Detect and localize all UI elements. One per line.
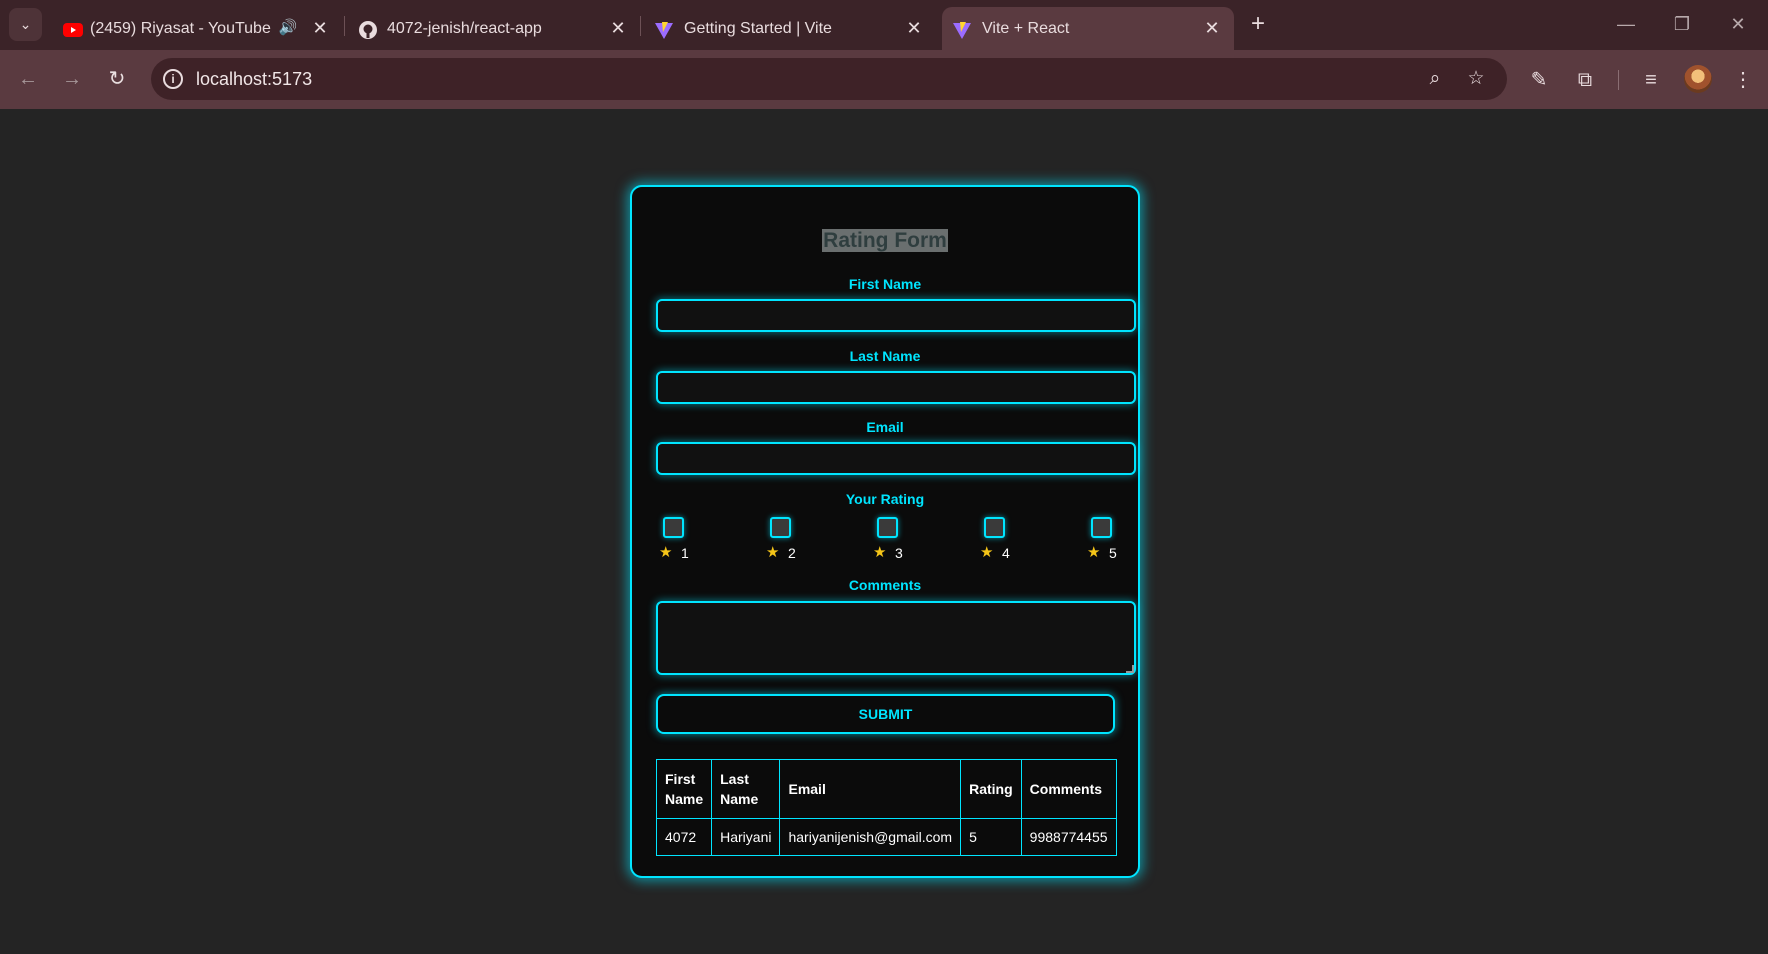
arrow-left-icon: ← bbox=[18, 68, 38, 90]
header-email: Email bbox=[779, 759, 962, 819]
cell-first-name: 4072 bbox=[655, 818, 713, 856]
table-header-row: First Name Last Name Email Rating Commen… bbox=[655, 759, 1117, 819]
back-button[interactable]: ← bbox=[16, 67, 40, 91]
tab-divider bbox=[640, 16, 641, 36]
github-icon bbox=[359, 21, 377, 39]
profile-avatar[interactable] bbox=[1684, 65, 1712, 93]
table-row: 4072 Hariyani hariyanijenish@gmail.com 5… bbox=[655, 818, 1117, 856]
youtube-icon bbox=[63, 23, 83, 37]
arrow-right-icon: → bbox=[62, 68, 82, 90]
rating-value: 4 bbox=[1002, 545, 1010, 561]
star-icon: ★ bbox=[873, 544, 887, 561]
eyedropper-icon[interactable]: ✎ bbox=[1526, 67, 1552, 93]
header-last-name: Last Name bbox=[711, 759, 781, 819]
header-first-name: First Name bbox=[655, 759, 713, 819]
bookmark-star-icon[interactable]: ☆ bbox=[1465, 68, 1487, 90]
header-rating: Rating bbox=[960, 759, 1022, 819]
rating-checkbox[interactable] bbox=[770, 517, 791, 538]
tab-search-button[interactable]: ⌄ bbox=[9, 8, 42, 41]
tab-title: 4072-jenish/react-app bbox=[387, 20, 542, 37]
tab-divider bbox=[344, 16, 345, 36]
rating-checkbox[interactable] bbox=[984, 517, 1005, 538]
extensions-icon[interactable]: ⧉ bbox=[1572, 67, 1598, 93]
site-info-icon[interactable]: i bbox=[163, 69, 183, 89]
cell-email: hariyanijenish@gmail.com bbox=[779, 818, 962, 856]
rating-checkbox[interactable] bbox=[1091, 517, 1112, 538]
first-name-input[interactable] bbox=[656, 299, 1136, 332]
reload-icon: ↻ bbox=[108, 68, 126, 90]
rating-value: 2 bbox=[788, 545, 796, 561]
rating-value: 5 bbox=[1109, 545, 1117, 561]
cell-comments: 9988774455 bbox=[1020, 818, 1117, 856]
header-comments: Comments bbox=[1020, 759, 1117, 819]
comments-textarea[interactable] bbox=[656, 601, 1136, 675]
comments-label: Comments bbox=[848, 577, 922, 593]
address-bar[interactable]: i localhost:5173 ⌕ ☆ bbox=[151, 58, 1507, 100]
submit-button[interactable]: SUBMIT bbox=[656, 694, 1115, 734]
close-icon[interactable]: ✕ bbox=[310, 18, 330, 38]
new-tab-button[interactable]: + bbox=[1245, 11, 1271, 37]
form-title: Rating Form bbox=[822, 229, 948, 252]
rating-value: 3 bbox=[895, 545, 903, 561]
tab-youtube[interactable]: (2459) Riyasat - YouTube 🔊 ✕ bbox=[46, 7, 342, 50]
browser-toolbar: ← → ↻ i localhost:5173 ⌕ ☆ ✎ ⧉ ≡ ⋮ bbox=[0, 50, 1768, 109]
toolbar-divider bbox=[1618, 70, 1619, 90]
tab-vite-docs[interactable]: Getting Started | Vite ✕ bbox=[642, 7, 938, 50]
rating-form-card: Rating Form First Name Last Name Email Y… bbox=[630, 185, 1140, 878]
reload-button[interactable]: ↻ bbox=[105, 67, 129, 91]
cell-last-name: Hariyani bbox=[711, 818, 781, 856]
cell-rating: 5 bbox=[960, 818, 1022, 856]
close-window-button[interactable]: ✕ bbox=[1726, 12, 1750, 36]
minimize-button[interactable]: — bbox=[1614, 12, 1638, 36]
vite-icon bbox=[953, 22, 971, 39]
tab-title: Getting Started | Vite bbox=[684, 20, 832, 37]
last-name-input[interactable] bbox=[656, 371, 1136, 404]
ratings-table: First Name Last Name Email Rating Commen… bbox=[655, 759, 1117, 856]
audio-icon[interactable]: 🔊 bbox=[278, 18, 298, 38]
close-icon: ✕ bbox=[1730, 14, 1746, 34]
first-name-label: First Name bbox=[848, 276, 922, 292]
resize-grip-icon[interactable] bbox=[1126, 665, 1134, 673]
url-text[interactable]: localhost:5173 bbox=[196, 69, 312, 90]
last-name-label: Last Name bbox=[849, 348, 921, 364]
vite-icon bbox=[655, 22, 673, 39]
media-control-icon[interactable]: ≡ bbox=[1638, 67, 1664, 93]
close-icon[interactable]: ✕ bbox=[608, 18, 628, 38]
star-icon: ★ bbox=[1087, 544, 1101, 561]
plus-icon: + bbox=[1250, 10, 1265, 37]
restore-icon: ❐ bbox=[1673, 14, 1691, 34]
minimize-icon: — bbox=[1617, 14, 1635, 34]
restore-button[interactable]: ❐ bbox=[1670, 12, 1694, 36]
close-icon[interactable]: ✕ bbox=[1202, 18, 1222, 38]
forward-button[interactable]: → bbox=[60, 67, 84, 91]
rating-label: Your Rating bbox=[845, 491, 925, 507]
menu-kebab-icon[interactable]: ⋮ bbox=[1730, 67, 1756, 93]
star-icon: ★ bbox=[980, 544, 994, 561]
tab-title: Vite + React bbox=[982, 20, 1070, 37]
email-input[interactable] bbox=[656, 442, 1136, 475]
email-label: Email bbox=[866, 419, 904, 435]
tab-vite-react[interactable]: Vite + React ✕ bbox=[942, 7, 1234, 50]
tab-github[interactable]: 4072-jenish/react-app ✕ bbox=[346, 7, 638, 50]
tab-title: (2459) Riyasat - YouTube bbox=[90, 20, 271, 37]
rating-value: 1 bbox=[681, 545, 689, 561]
star-icon: ★ bbox=[659, 544, 673, 561]
rating-checkbox[interactable] bbox=[877, 517, 898, 538]
star-icon: ★ bbox=[766, 544, 780, 561]
zoom-icon[interactable]: ⌕ bbox=[1424, 68, 1446, 90]
tab-strip: ⌄ (2459) Riyasat - YouTube 🔊 ✕ 4072-jeni… bbox=[0, 0, 1768, 50]
rating-checkbox[interactable] bbox=[663, 517, 684, 538]
close-icon[interactable]: ✕ bbox=[904, 18, 924, 38]
chevron-down-icon: ⌄ bbox=[19, 16, 32, 32]
